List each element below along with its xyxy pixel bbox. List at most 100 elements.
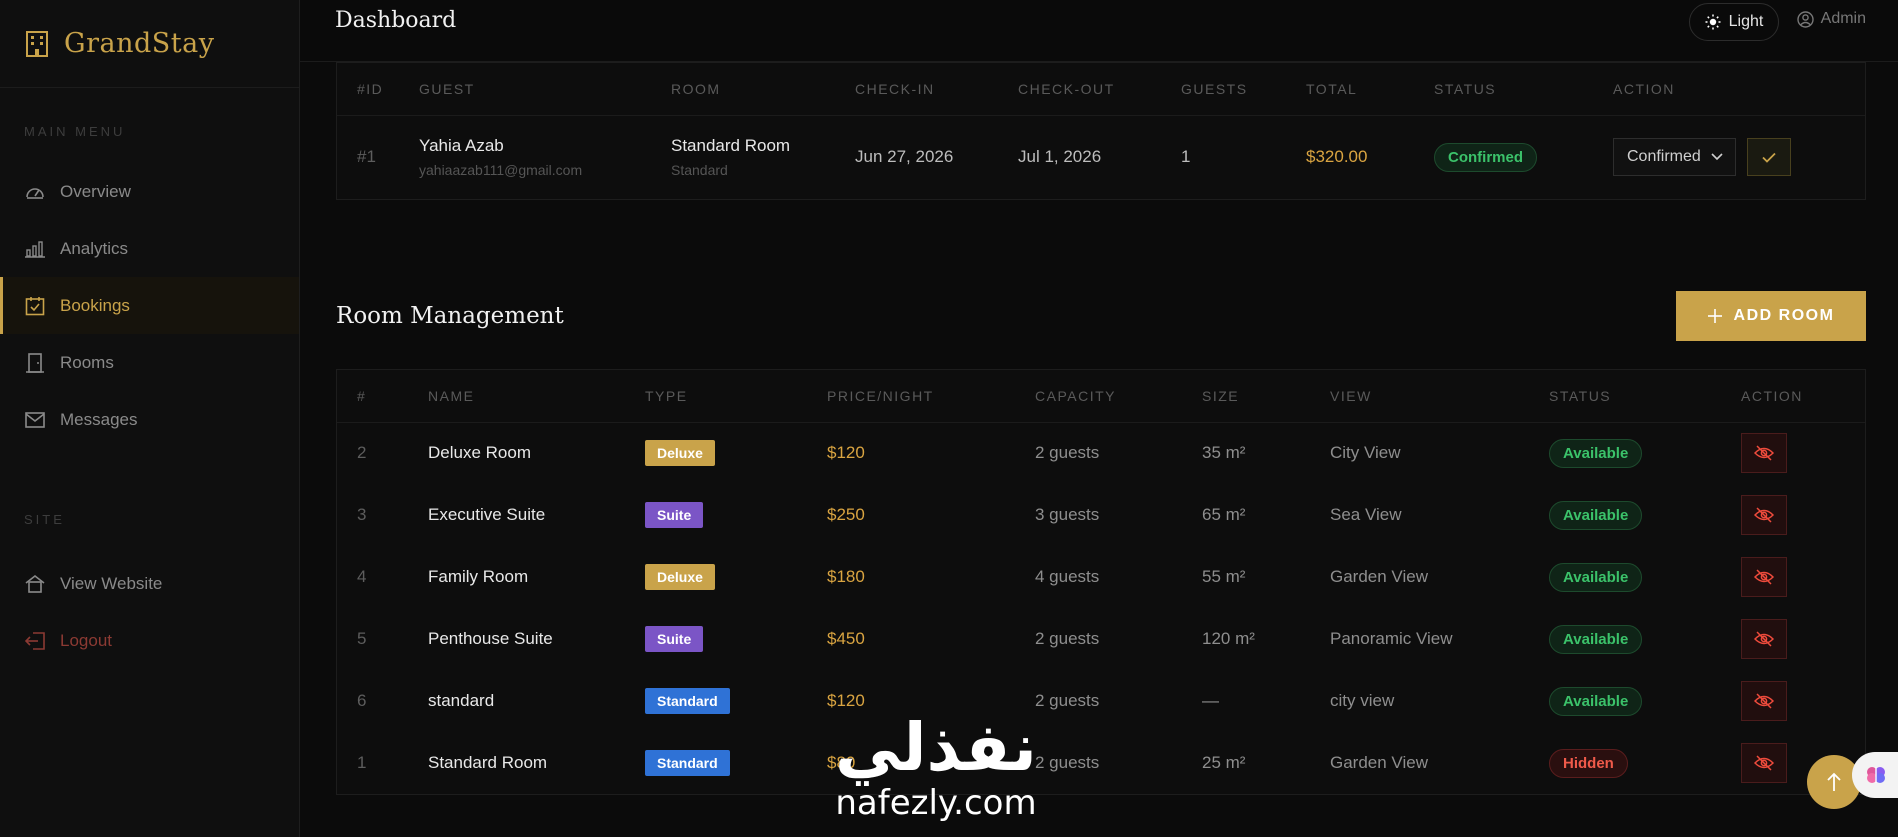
type-cell: Deluxe — [645, 546, 827, 608]
table-row: #1 Yahia Azab yahiaazab111@gmail.com Sta… — [337, 115, 1865, 199]
column-header: SIZE — [1202, 370, 1330, 423]
toggle-visibility-button[interactable] — [1741, 743, 1787, 783]
sidebar: GrandStay MAIN MENU Overview Analytics B… — [0, 0, 300, 837]
room-view: Garden View — [1330, 567, 1428, 586]
sidebar-item-logout[interactable]: Logout — [0, 612, 299, 669]
toggle-visibility-button[interactable] — [1741, 681, 1787, 721]
hotel-building-icon — [26, 30, 48, 57]
sidebar-item-label: Rooms — [60, 352, 114, 372]
sidebar-item-label: View Website — [60, 573, 163, 593]
action-cell — [1741, 546, 1865, 608]
admin-label: Admin — [1820, 10, 1866, 27]
room-number: 6 — [357, 691, 367, 710]
eye-slash-icon — [1754, 569, 1774, 585]
toggle-visibility-button[interactable] — [1741, 557, 1787, 597]
column-header: NAME — [428, 370, 645, 423]
table-row: 4 Family Room Deluxe $180 4 guests 55 m² Garde… — [337, 546, 1865, 608]
room-view: Garden View — [1330, 753, 1428, 772]
eye-slash-icon — [1754, 445, 1774, 461]
calendar-check-icon — [25, 296, 45, 316]
sidebar-item-bookings[interactable]: Bookings — [0, 277, 299, 334]
room-name: standard — [428, 691, 495, 710]
toggle-visibility-button[interactable] — [1741, 433, 1787, 474]
eye-slash-icon — [1754, 693, 1774, 709]
sidebar-item-messages[interactable]: Messages — [0, 391, 299, 448]
main-content: #ID GUEST ROOM CHECK-IN CHECK-OUT GUESTS… — [336, 62, 1866, 795]
assistant-widget-button[interactable] — [1852, 752, 1898, 798]
room-view: Sea View — [1330, 505, 1402, 524]
room-capacity: 2 guests — [1035, 753, 1100, 772]
sidebar-item-view-website[interactable]: View Website — [0, 555, 299, 612]
sidebar-item-overview[interactable]: Overview — [0, 163, 299, 220]
add-room-button[interactable]: ADD ROOM — [1676, 290, 1866, 341]
room-size: 120 m² — [1202, 629, 1255, 648]
room-type-tag: Suite — [645, 626, 704, 652]
room-view: city view — [1330, 691, 1395, 710]
room-type-tag: Deluxe — [645, 564, 715, 590]
toggle-visibility-button[interactable] — [1741, 619, 1787, 659]
room-number: 1 — [357, 753, 367, 772]
room-number: 4 — [357, 567, 367, 586]
room-size: 25 m² — [1202, 753, 1246, 772]
room-type-tag: Standard — [645, 688, 730, 714]
theme-toggle-button[interactable]: Light — [1689, 3, 1779, 41]
bar-chart-icon — [25, 239, 45, 259]
sidebar-item-label: Bookings — [60, 295, 130, 315]
room-name: Family Room — [428, 567, 529, 586]
action-cell — [1741, 608, 1865, 670]
check-out-date: Jul 1, 2026 — [1018, 147, 1102, 167]
room-size: — — [1202, 691, 1219, 710]
table-row: 1 Standard Room Standard $80 2 guests 25 m² Ga… — [337, 732, 1865, 794]
column-header: VIEW — [1330, 370, 1549, 423]
confirm-status-button[interactable] — [1746, 138, 1791, 176]
action-cell — [1741, 484, 1865, 546]
plus-icon — [1707, 308, 1722, 323]
toggle-visibility-button[interactable] — [1741, 495, 1787, 535]
theme-label: Light — [1728, 13, 1764, 30]
column-header: TYPE — [645, 370, 827, 423]
status-select[interactable]: Confirmed — [1613, 138, 1736, 177]
type-cell: Standard — [645, 732, 827, 794]
room-price: $450 — [827, 629, 865, 648]
room-size: 65 m² — [1202, 505, 1246, 524]
sidebar-item-analytics[interactable]: Analytics — [0, 220, 299, 277]
room-type-tag: Suite — [645, 502, 704, 528]
site-label: SITE — [24, 512, 65, 527]
type-cell: Standard — [645, 670, 827, 732]
room-price: $250 — [827, 505, 865, 524]
sidebar-item-label: Messages — [60, 409, 138, 429]
room-price: $120 — [827, 443, 865, 463]
room-capacity: 2 guests — [1035, 443, 1100, 463]
table-row: 3 Executive Suite Suite $250 3 guests 65 m² Se… — [337, 484, 1865, 546]
room-view: City View — [1330, 443, 1401, 463]
checkmark-icon — [1761, 152, 1776, 163]
eye-slash-icon — [1754, 755, 1774, 771]
brand[interactable]: GrandStay — [0, 0, 299, 88]
room-name: Penthouse Suite — [428, 629, 553, 648]
room-type-tag: Deluxe — [645, 440, 715, 467]
sidebar-item-label: Logout — [60, 630, 112, 650]
room-capacity: 4 guests — [1035, 567, 1100, 586]
add-room-label: ADD ROOM — [1733, 306, 1835, 324]
table-header-row: #ID GUEST ROOM CHECK-IN CHECK-OUT GUESTS… — [337, 63, 1865, 116]
column-header: GUESTS — [1181, 63, 1306, 116]
status-badge: Available — [1549, 438, 1643, 468]
admin-user-menu[interactable]: Admin — [1796, 10, 1866, 28]
room-size: 55 m² — [1202, 567, 1246, 586]
sidebar-item-rooms[interactable]: Rooms — [0, 334, 299, 391]
room-cell: Standard Room Standard — [671, 115, 855, 199]
bookings-table: #ID GUEST ROOM CHECK-IN CHECK-OUT GUESTS… — [337, 63, 1865, 199]
check-in-date: Jun 27, 2026 — [855, 147, 954, 167]
room-type-tag: Standard — [645, 750, 730, 776]
brand-name: GrandStay — [64, 28, 215, 59]
sidebar-item-label: Analytics — [60, 238, 129, 258]
sidebar-item-label: Overview — [60, 181, 131, 201]
type-cell: Suite — [645, 484, 827, 546]
rooms-table-body: 2 Deluxe Room Deluxe $120 2 guests 35 m² City … — [337, 422, 1865, 794]
guest-cell: Yahia Azab yahiaazab111@gmail.com — [419, 115, 671, 199]
eye-slash-icon — [1754, 631, 1774, 647]
rooms-table: # NAME TYPE PRICE/NIGHT CAPACITY SIZE VI… — [337, 370, 1865, 794]
watermark: نفذلي nafezly.com — [835, 715, 1037, 824]
column-header: ACTION — [1741, 370, 1865, 423]
room-size: 35 m² — [1202, 443, 1246, 463]
